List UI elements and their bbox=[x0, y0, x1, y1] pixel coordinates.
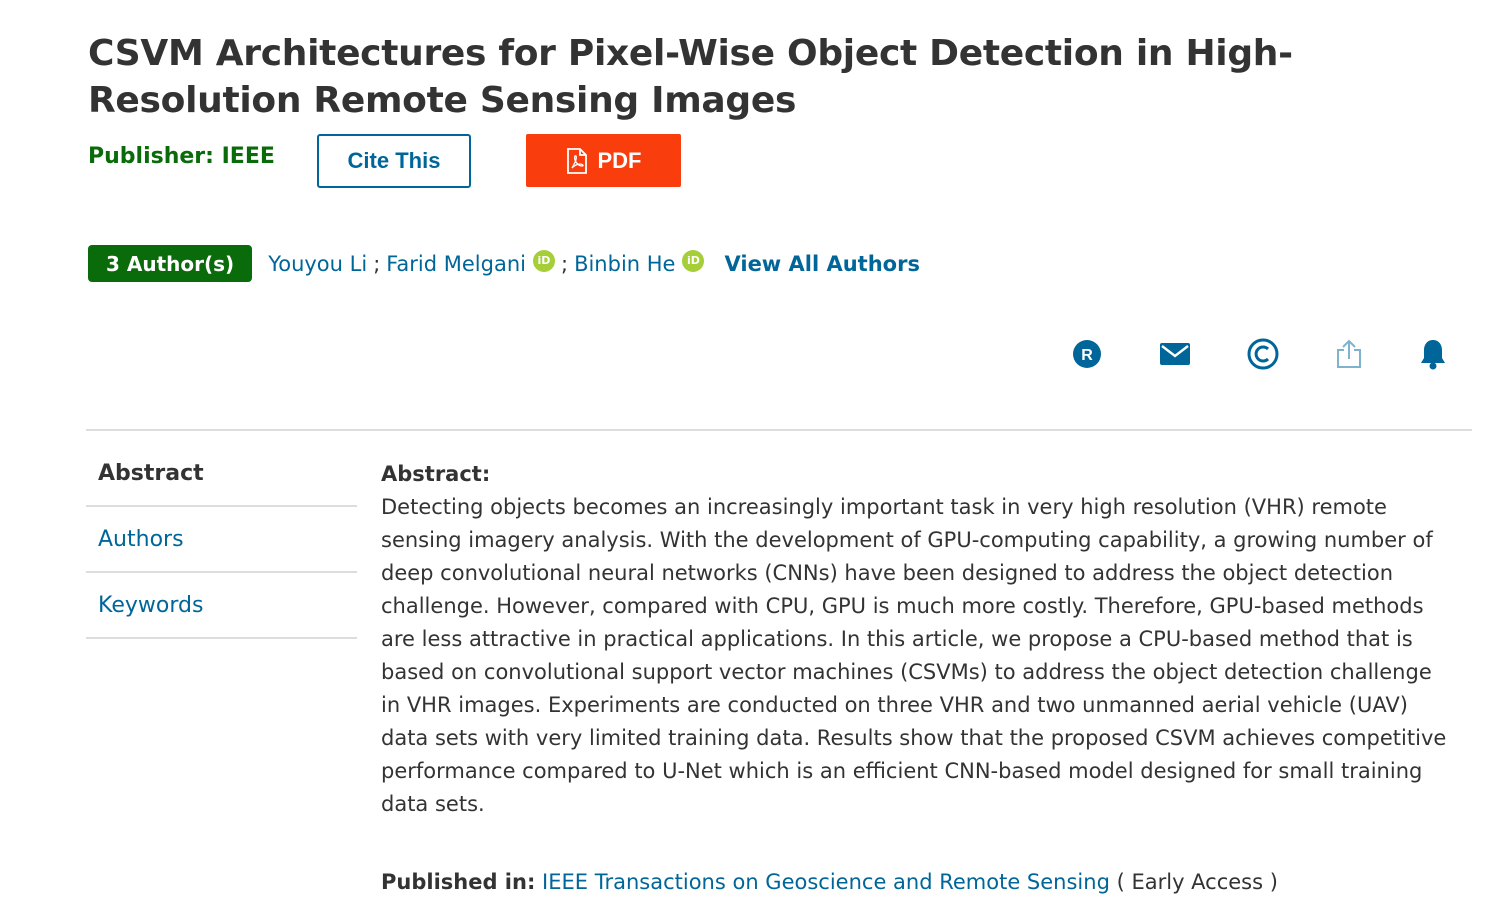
author-count-badge[interactable]: 3 Author(s) bbox=[88, 245, 253, 282]
article-title: CSVM Architectures for Pixel-Wise Object… bbox=[88, 33, 1293, 121]
published-in-line: Published in: IEEE Transactions on Geosc… bbox=[381, 866, 1278, 899]
pdf-icon bbox=[566, 147, 588, 174]
orcid-icon[interactable]: iD bbox=[682, 249, 705, 272]
side-nav-keywords[interactable]: Keywords bbox=[86, 573, 357, 639]
author-separator: ; bbox=[373, 251, 381, 276]
cite-this-button[interactable]: Cite This bbox=[317, 134, 471, 188]
side-nav-authors[interactable]: Authors bbox=[86, 507, 357, 573]
author-link-farid-melgani[interactable]: Farid Melgani bbox=[386, 252, 526, 276]
publication-status: ( Early Access ) bbox=[1116, 870, 1278, 894]
section-divider bbox=[86, 429, 1472, 431]
journal-link[interactable]: IEEE Transactions on Geoscience and Remo… bbox=[542, 870, 1110, 894]
authors-row: 3 Author(s) Youyou Li ; Farid Melgani iD… bbox=[88, 245, 920, 282]
alert-bell-icon[interactable] bbox=[1416, 337, 1450, 371]
email-icon[interactable] bbox=[1158, 337, 1192, 371]
publisher-label: Publisher: IEEE bbox=[88, 144, 275, 169]
svg-text:R: R bbox=[1081, 347, 1093, 364]
orcid-icon[interactable]: iD bbox=[532, 249, 555, 272]
author-link-youyou-li[interactable]: Youyou Li bbox=[268, 252, 367, 276]
copyright-icon[interactable] bbox=[1246, 337, 1280, 371]
author-link-binbin-he[interactable]: Binbin He bbox=[574, 252, 675, 276]
view-all-authors-link[interactable]: View All Authors bbox=[724, 252, 919, 276]
abstract-section: Abstract: Detecting objects becomes an i… bbox=[381, 458, 1461, 821]
side-nav-abstract[interactable]: Abstract bbox=[86, 441, 357, 507]
abstract-text: Detecting objects becomes an increasingl… bbox=[381, 495, 1447, 816]
published-in-label: Published in: bbox=[381, 870, 536, 894]
pdf-button[interactable]: PDF bbox=[526, 134, 681, 187]
abstract-heading: Abstract: bbox=[381, 462, 491, 486]
article-side-nav: Abstract Authors Keywords bbox=[86, 441, 357, 639]
share-icon[interactable] bbox=[1332, 337, 1366, 371]
pdf-label: PDF bbox=[597, 147, 642, 173]
author-separator: ; bbox=[560, 251, 569, 276]
rights-permissions-icon[interactable]: R bbox=[1070, 337, 1104, 371]
